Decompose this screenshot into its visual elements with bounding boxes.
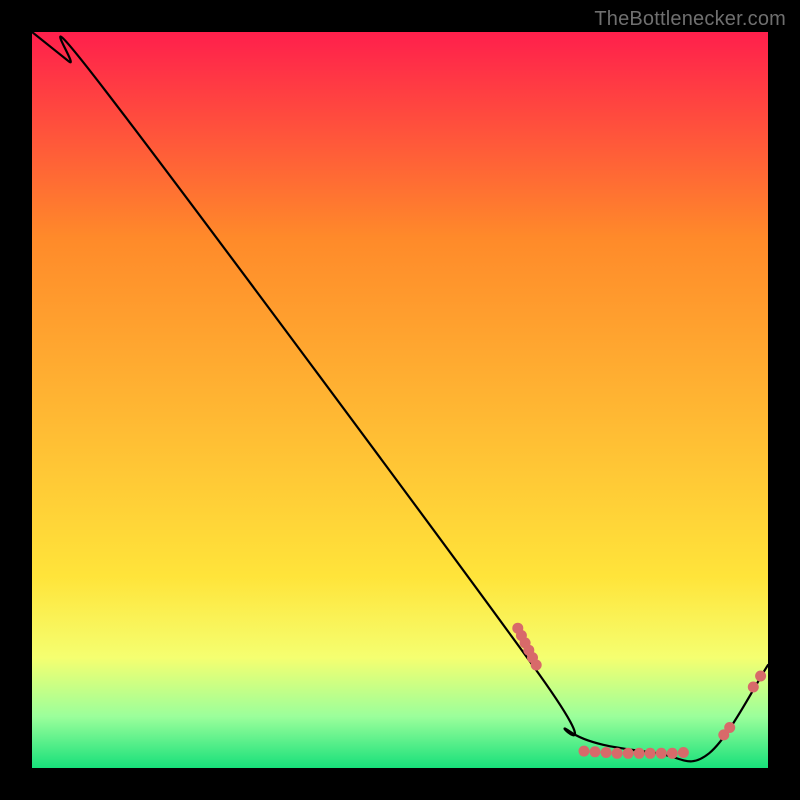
chart-marker <box>755 671 766 682</box>
chart-marker <box>634 748 645 759</box>
chart-marker <box>724 722 735 733</box>
chart-marker <box>656 748 667 759</box>
chart-marker <box>590 746 601 757</box>
watermark-text: TheBottlenecker.com <box>594 8 786 31</box>
chart-marker <box>623 748 634 759</box>
chart-marker <box>645 748 656 759</box>
chart-marker <box>601 747 612 758</box>
chart-stage: TheBottlenecker.com <box>0 0 800 800</box>
chart-marker <box>748 682 759 693</box>
chart-marker <box>612 748 623 759</box>
chart-plot-area <box>32 32 768 768</box>
chart-marker <box>579 746 590 757</box>
chart-svg <box>32 32 768 768</box>
chart-background-gradient <box>32 32 768 768</box>
chart-marker <box>531 660 542 671</box>
chart-marker <box>678 747 689 758</box>
chart-marker <box>667 748 678 759</box>
